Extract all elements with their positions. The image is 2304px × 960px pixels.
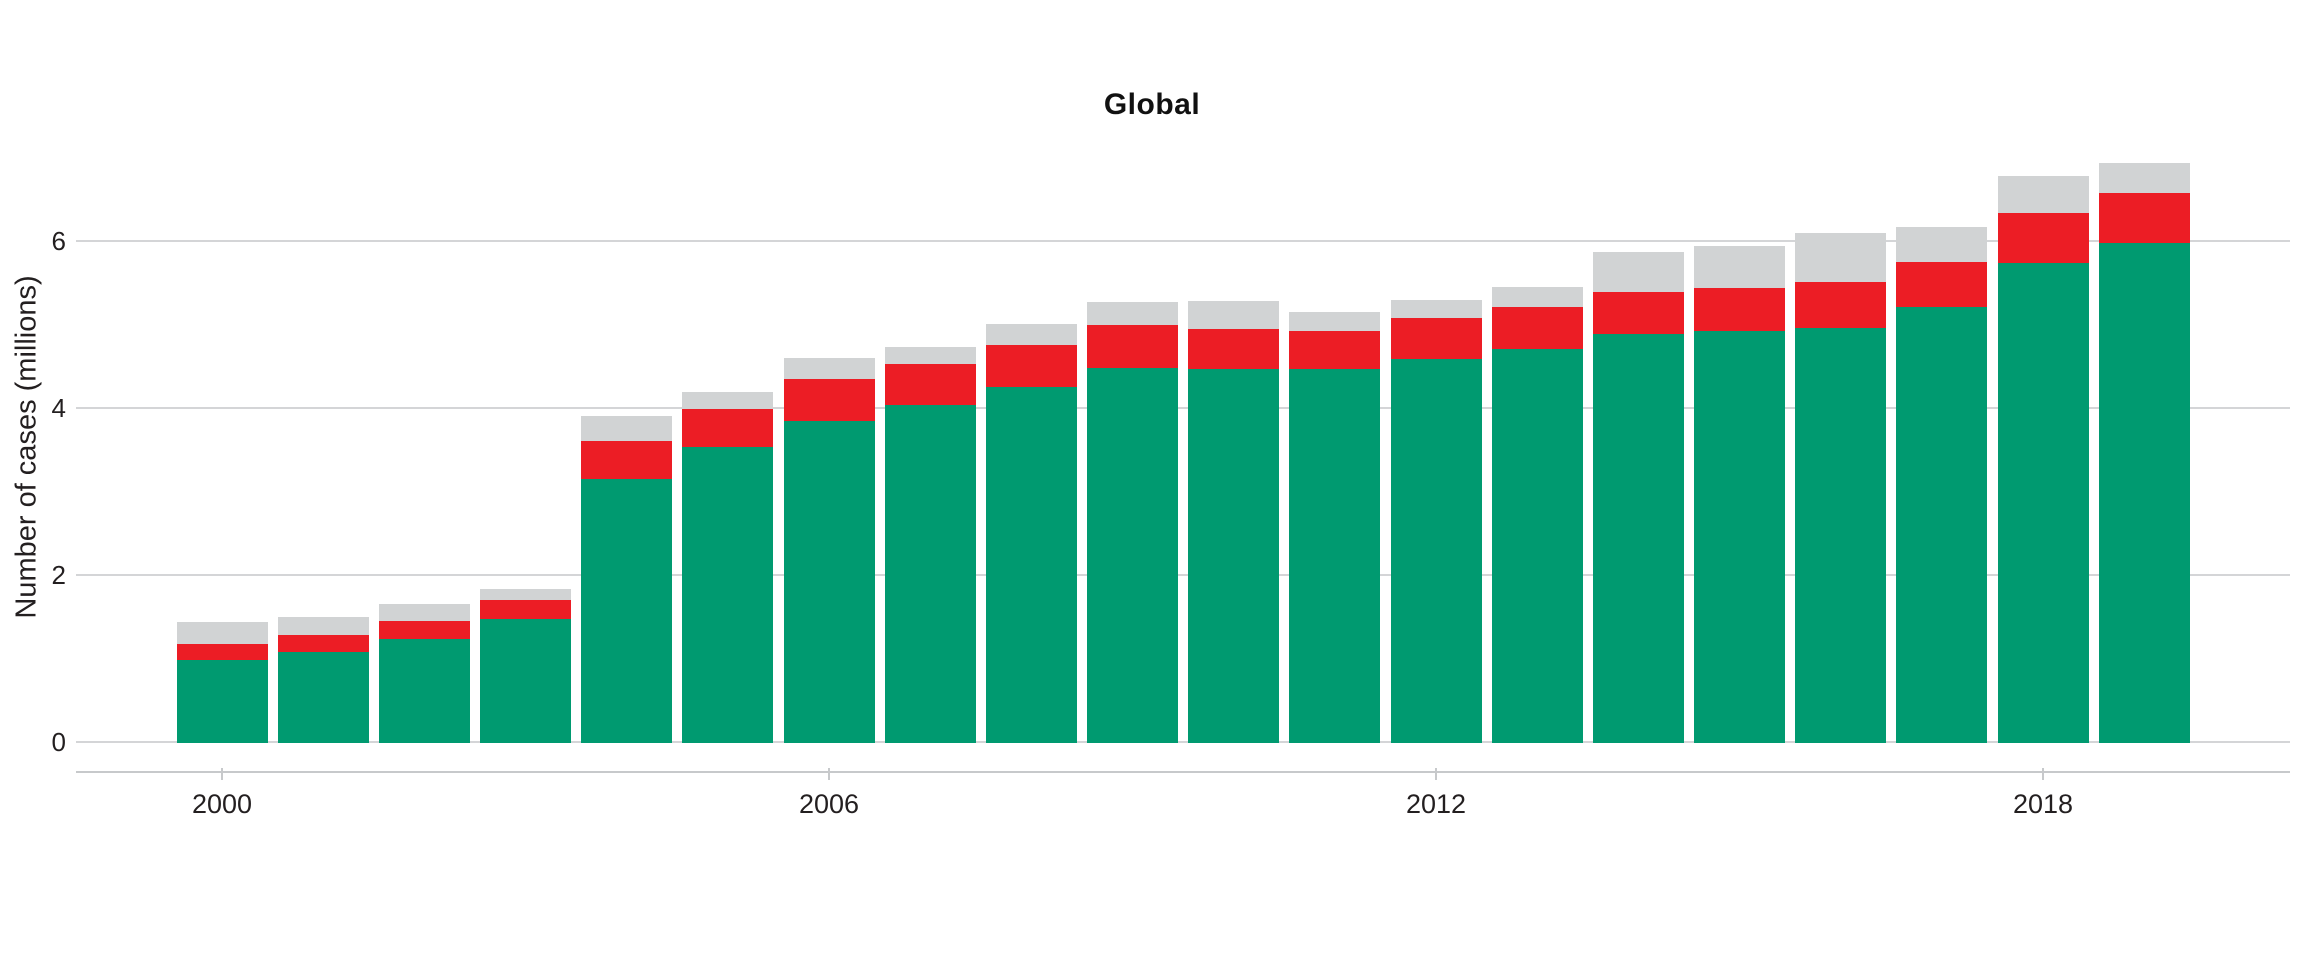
bar-2003-red-middle-segment	[480, 600, 571, 619]
bar-2004-red-middle-segment	[581, 441, 672, 479]
bar-2011-gray-top-segment	[1289, 312, 1380, 331]
bar-2019-red-middle-segment	[2099, 193, 2190, 242]
bar-2012-green-bottom-segment	[1391, 359, 1482, 743]
bar-2016-green-bottom-segment	[1795, 328, 1886, 743]
x-tick-label-2000: 2000	[162, 791, 282, 818]
bar-2006-green-bottom-segment	[784, 421, 875, 743]
bar-2017-red-middle-segment	[1896, 262, 1987, 307]
y-tick-label-4: 4	[6, 395, 66, 421]
bar-2010-red-middle-segment	[1188, 329, 1279, 369]
bar-2000-gray-top-segment	[177, 622, 268, 645]
bar-2010-green-bottom-segment	[1188, 369, 1279, 743]
y-tick-label-2: 2	[6, 562, 66, 588]
x-tick-2012	[1435, 768, 1437, 780]
bar-2009-gray-top-segment	[1087, 302, 1178, 325]
bar-2011-green-bottom-segment	[1289, 369, 1380, 743]
x-tick-label-2012: 2012	[1376, 791, 1496, 818]
x-tick-label-2018: 2018	[1983, 791, 2103, 818]
bar-2014-red-middle-segment	[1593, 292, 1684, 334]
bar-2012-red-middle-segment	[1391, 318, 1482, 359]
chart-figure: Global Number of cases (millions) 024620…	[0, 0, 2304, 960]
bar-2002-green-bottom-segment	[379, 639, 470, 743]
bar-2001-green-bottom-segment	[278, 652, 369, 743]
bar-2015-green-bottom-segment	[1694, 331, 1785, 743]
bar-2007-gray-top-segment	[885, 347, 976, 364]
bar-2003-green-bottom-segment	[480, 619, 571, 743]
bar-2012-gray-top-segment	[1391, 300, 1482, 318]
chart-title: Global	[0, 88, 2304, 122]
bar-2017-gray-top-segment	[1896, 227, 1987, 262]
bar-2015-gray-top-segment	[1694, 246, 1785, 288]
x-tick-label-2006: 2006	[769, 791, 889, 818]
bar-2016-red-middle-segment	[1795, 282, 1886, 328]
bar-2009-red-middle-segment	[1087, 325, 1178, 368]
bar-2013-green-bottom-segment	[1492, 349, 1583, 743]
bar-2002-red-middle-segment	[379, 621, 470, 639]
bar-2006-red-middle-segment	[784, 379, 875, 421]
bar-2003-gray-top-segment	[480, 589, 571, 600]
x-tick-2018	[2042, 768, 2044, 780]
bar-2005-green-bottom-segment	[682, 447, 773, 743]
bar-2010-gray-top-segment	[1188, 301, 1279, 329]
x-tick-2000	[221, 768, 223, 780]
bar-2000-green-bottom-segment	[177, 660, 268, 743]
bar-2004-green-bottom-segment	[581, 479, 672, 743]
x-tick-2006	[828, 768, 830, 780]
bar-2013-gray-top-segment	[1492, 287, 1583, 307]
y-tick-label-6: 6	[6, 228, 66, 254]
bar-2004-gray-top-segment	[581, 416, 672, 441]
y-tick-label-0: 0	[6, 729, 66, 755]
x-axis-line	[76, 771, 2290, 773]
bar-2017-green-bottom-segment	[1896, 307, 1987, 743]
bar-2009-green-bottom-segment	[1087, 368, 1178, 743]
bar-2014-gray-top-segment	[1593, 252, 1684, 292]
bar-2007-red-middle-segment	[885, 364, 976, 405]
bar-2002-gray-top-segment	[379, 604, 470, 621]
bar-2013-red-middle-segment	[1492, 307, 1583, 349]
bar-2018-gray-top-segment	[1998, 176, 2089, 213]
bar-2001-red-middle-segment	[278, 635, 369, 652]
bar-2018-red-middle-segment	[1998, 213, 2089, 263]
bar-2006-gray-top-segment	[784, 358, 875, 379]
bar-2019-green-bottom-segment	[2099, 243, 2190, 743]
bar-2015-red-middle-segment	[1694, 288, 1785, 331]
bar-2011-red-middle-segment	[1289, 331, 1380, 369]
bar-2005-gray-top-segment	[682, 392, 773, 409]
bar-2008-gray-top-segment	[986, 324, 1077, 346]
bar-2000-red-middle-segment	[177, 644, 268, 660]
bar-2008-red-middle-segment	[986, 345, 1077, 387]
bar-2001-gray-top-segment	[278, 617, 369, 635]
bar-2007-green-bottom-segment	[885, 405, 976, 743]
bar-2014-green-bottom-segment	[1593, 334, 1684, 743]
bar-2016-gray-top-segment	[1795, 233, 1886, 282]
bar-2008-green-bottom-segment	[986, 387, 1077, 743]
bar-2019-gray-top-segment	[2099, 163, 2190, 193]
bar-2018-green-bottom-segment	[1998, 263, 2089, 743]
bar-2005-red-middle-segment	[682, 409, 773, 447]
